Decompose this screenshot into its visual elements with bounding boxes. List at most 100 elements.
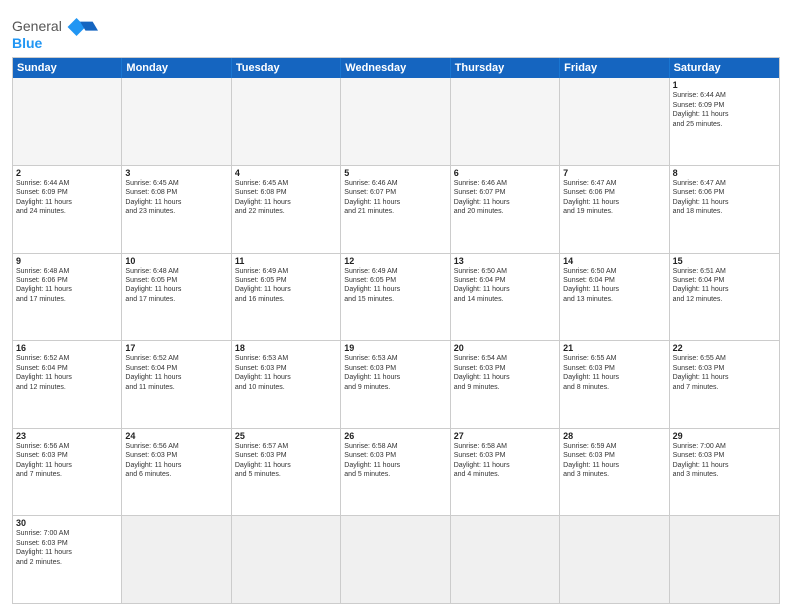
- day-cell-empty-w0d0: [13, 78, 122, 165]
- day-number: 29: [673, 431, 776, 441]
- day-info: Sunrise: 6:52 AM Sunset: 6:04 PM Dayligh…: [16, 354, 118, 392]
- day-number: 22: [673, 343, 776, 353]
- day-cell-29: 29Sunrise: 7:00 AM Sunset: 6:03 PM Dayli…: [670, 429, 779, 516]
- day-cell-30: 30Sunrise: 7:00 AM Sunset: 6:03 PM Dayli…: [13, 516, 122, 603]
- day-info: Sunrise: 6:49 AM Sunset: 6:05 PM Dayligh…: [344, 267, 446, 305]
- day-number: 28: [563, 431, 665, 441]
- logo-icon: [64, 14, 98, 40]
- day-info: Sunrise: 6:44 AM Sunset: 6:09 PM Dayligh…: [673, 91, 776, 129]
- day-cell-empty-w5d3: [341, 516, 450, 603]
- day-cell-3: 3Sunrise: 6:45 AM Sunset: 6:08 PM Daylig…: [122, 166, 231, 253]
- day-info: Sunrise: 6:51 AM Sunset: 6:04 PM Dayligh…: [673, 267, 776, 305]
- day-info: Sunrise: 6:55 AM Sunset: 6:03 PM Dayligh…: [563, 354, 665, 392]
- day-number: 7: [563, 168, 665, 178]
- day-number: 6: [454, 168, 556, 178]
- day-cell-18: 18Sunrise: 6:53 AM Sunset: 6:03 PM Dayli…: [232, 341, 341, 428]
- day-cell-9: 9Sunrise: 6:48 AM Sunset: 6:06 PM Daylig…: [13, 254, 122, 341]
- day-cell-13: 13Sunrise: 6:50 AM Sunset: 6:04 PM Dayli…: [451, 254, 560, 341]
- day-info: Sunrise: 6:58 AM Sunset: 6:03 PM Dayligh…: [454, 442, 556, 480]
- week-row-0: 1Sunrise: 6:44 AM Sunset: 6:09 PM Daylig…: [13, 78, 779, 165]
- day-number: 14: [563, 256, 665, 266]
- day-cell-12: 12Sunrise: 6:49 AM Sunset: 6:05 PM Dayli…: [341, 254, 450, 341]
- day-number: 11: [235, 256, 337, 266]
- week-row-4: 23Sunrise: 6:56 AM Sunset: 6:03 PM Dayli…: [13, 428, 779, 516]
- day-info: Sunrise: 6:53 AM Sunset: 6:03 PM Dayligh…: [235, 354, 337, 392]
- day-cell-26: 26Sunrise: 6:58 AM Sunset: 6:03 PM Dayli…: [341, 429, 450, 516]
- day-info: Sunrise: 6:56 AM Sunset: 6:03 PM Dayligh…: [125, 442, 227, 480]
- day-info: Sunrise: 6:55 AM Sunset: 6:03 PM Dayligh…: [673, 354, 776, 392]
- day-cell-8: 8Sunrise: 6:47 AM Sunset: 6:06 PM Daylig…: [670, 166, 779, 253]
- week-row-1: 2Sunrise: 6:44 AM Sunset: 6:09 PM Daylig…: [13, 165, 779, 253]
- day-header-wednesday: Wednesday: [341, 58, 450, 78]
- day-number: 21: [563, 343, 665, 353]
- day-cell-28: 28Sunrise: 6:59 AM Sunset: 6:03 PM Dayli…: [560, 429, 669, 516]
- day-info: Sunrise: 6:47 AM Sunset: 6:06 PM Dayligh…: [563, 179, 665, 217]
- day-number: 8: [673, 168, 776, 178]
- day-number: 20: [454, 343, 556, 353]
- day-number: 2: [16, 168, 118, 178]
- day-cell-5: 5Sunrise: 6:46 AM Sunset: 6:07 PM Daylig…: [341, 166, 450, 253]
- day-number: 16: [16, 343, 118, 353]
- day-info: Sunrise: 6:46 AM Sunset: 6:07 PM Dayligh…: [454, 179, 556, 217]
- day-number: 4: [235, 168, 337, 178]
- day-header-monday: Monday: [122, 58, 231, 78]
- day-number: 17: [125, 343, 227, 353]
- header: General Blue: [12, 10, 780, 51]
- day-number: 24: [125, 431, 227, 441]
- day-number: 1: [673, 80, 776, 90]
- day-cell-22: 22Sunrise: 6:55 AM Sunset: 6:03 PM Dayli…: [670, 341, 779, 428]
- day-number: 13: [454, 256, 556, 266]
- day-cell-empty-w0d2: [232, 78, 341, 165]
- day-header-sunday: Sunday: [13, 58, 122, 78]
- day-header-thursday: Thursday: [451, 58, 560, 78]
- day-cell-6: 6Sunrise: 6:46 AM Sunset: 6:07 PM Daylig…: [451, 166, 560, 253]
- day-info: Sunrise: 7:00 AM Sunset: 6:03 PM Dayligh…: [673, 442, 776, 480]
- week-row-2: 9Sunrise: 6:48 AM Sunset: 6:06 PM Daylig…: [13, 253, 779, 341]
- day-number: 15: [673, 256, 776, 266]
- day-info: Sunrise: 6:45 AM Sunset: 6:08 PM Dayligh…: [125, 179, 227, 217]
- day-info: Sunrise: 6:50 AM Sunset: 6:04 PM Dayligh…: [563, 267, 665, 305]
- day-number: 5: [344, 168, 446, 178]
- day-info: Sunrise: 6:49 AM Sunset: 6:05 PM Dayligh…: [235, 267, 337, 305]
- day-number: 26: [344, 431, 446, 441]
- day-cell-16: 16Sunrise: 6:52 AM Sunset: 6:04 PM Dayli…: [13, 341, 122, 428]
- day-number: 19: [344, 343, 446, 353]
- day-cell-24: 24Sunrise: 6:56 AM Sunset: 6:03 PM Dayli…: [122, 429, 231, 516]
- day-cell-empty-w0d1: [122, 78, 231, 165]
- day-cell-11: 11Sunrise: 6:49 AM Sunset: 6:05 PM Dayli…: [232, 254, 341, 341]
- day-info: Sunrise: 6:47 AM Sunset: 6:06 PM Dayligh…: [673, 179, 776, 217]
- week-row-5: 30Sunrise: 7:00 AM Sunset: 6:03 PM Dayli…: [13, 515, 779, 603]
- day-info: Sunrise: 6:46 AM Sunset: 6:07 PM Dayligh…: [344, 179, 446, 217]
- day-info: Sunrise: 6:50 AM Sunset: 6:04 PM Dayligh…: [454, 267, 556, 305]
- logo: General Blue: [12, 14, 98, 51]
- day-header-friday: Friday: [560, 58, 669, 78]
- day-number: 9: [16, 256, 118, 266]
- day-cell-empty-w5d1: [122, 516, 231, 603]
- day-info: Sunrise: 6:56 AM Sunset: 6:03 PM Dayligh…: [16, 442, 118, 480]
- day-cell-21: 21Sunrise: 6:55 AM Sunset: 6:03 PM Dayli…: [560, 341, 669, 428]
- day-cell-empty-w5d6: [670, 516, 779, 603]
- day-cell-2: 2Sunrise: 6:44 AM Sunset: 6:09 PM Daylig…: [13, 166, 122, 253]
- day-info: Sunrise: 6:44 AM Sunset: 6:09 PM Dayligh…: [16, 179, 118, 217]
- day-cell-19: 19Sunrise: 6:53 AM Sunset: 6:03 PM Dayli…: [341, 341, 450, 428]
- calendar-body: 1Sunrise: 6:44 AM Sunset: 6:09 PM Daylig…: [13, 78, 779, 603]
- day-info: Sunrise: 6:58 AM Sunset: 6:03 PM Dayligh…: [344, 442, 446, 480]
- day-header-saturday: Saturday: [670, 58, 779, 78]
- day-cell-empty-w5d2: [232, 516, 341, 603]
- day-number: 30: [16, 518, 118, 528]
- day-cell-empty-w5d4: [451, 516, 560, 603]
- day-cell-23: 23Sunrise: 6:56 AM Sunset: 6:03 PM Dayli…: [13, 429, 122, 516]
- day-info: Sunrise: 6:57 AM Sunset: 6:03 PM Dayligh…: [235, 442, 337, 480]
- day-cell-empty-w5d5: [560, 516, 669, 603]
- day-cell-empty-w0d5: [560, 78, 669, 165]
- page: General Blue SundayMondayTuesdayWednesda…: [0, 0, 792, 612]
- day-info: Sunrise: 6:45 AM Sunset: 6:08 PM Dayligh…: [235, 179, 337, 217]
- day-number: 3: [125, 168, 227, 178]
- day-info: Sunrise: 6:54 AM Sunset: 6:03 PM Dayligh…: [454, 354, 556, 392]
- day-info: Sunrise: 7:00 AM Sunset: 6:03 PM Dayligh…: [16, 529, 118, 567]
- day-cell-4: 4Sunrise: 6:45 AM Sunset: 6:08 PM Daylig…: [232, 166, 341, 253]
- day-cell-25: 25Sunrise: 6:57 AM Sunset: 6:03 PM Dayli…: [232, 429, 341, 516]
- day-cell-empty-w0d3: [341, 78, 450, 165]
- day-headers: SundayMondayTuesdayWednesdayThursdayFrid…: [13, 58, 779, 78]
- day-cell-empty-w0d4: [451, 78, 560, 165]
